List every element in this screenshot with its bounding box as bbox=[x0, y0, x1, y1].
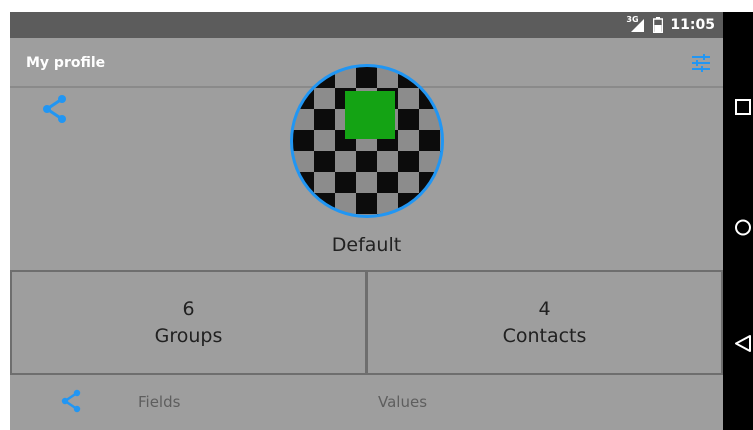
circle-icon bbox=[735, 219, 751, 236]
network-type-label: 3G bbox=[626, 15, 639, 24]
share-icon bbox=[43, 95, 66, 123]
share-button[interactable] bbox=[40, 94, 70, 124]
avatar[interactable] bbox=[290, 64, 444, 218]
navigation-bar bbox=[723, 12, 753, 430]
contacts-stat-button[interactable]: 4 Contacts bbox=[366, 270, 723, 375]
fields-header-row: Fields Values bbox=[10, 375, 723, 430]
avatar-placeholder-square bbox=[345, 91, 395, 139]
groups-label: Groups bbox=[154, 325, 223, 347]
page-title: My profile bbox=[26, 55, 106, 71]
contacts-label: Contacts bbox=[502, 325, 587, 347]
back-button[interactable] bbox=[734, 334, 753, 353]
fields-column-header: Fields bbox=[138, 393, 181, 411]
groups-count: 6 bbox=[182, 298, 195, 320]
square-icon bbox=[735, 99, 751, 115]
triangle-back-icon bbox=[735, 335, 751, 352]
home-button[interactable] bbox=[734, 218, 753, 237]
share-fields-button[interactable] bbox=[60, 389, 82, 413]
status-bar: 3G 11:05 bbox=[10, 12, 723, 38]
profile-name: Default bbox=[331, 234, 402, 256]
settings-button[interactable] bbox=[689, 51, 713, 75]
status-icons: 3G 11:05 bbox=[626, 12, 715, 38]
values-column-header: Values bbox=[378, 393, 428, 411]
screen: 3G 11:05 My profile Default 6 Groups 4 C… bbox=[0, 0, 753, 430]
signal-icon: 3G bbox=[626, 15, 646, 33]
tune-icon bbox=[692, 54, 710, 72]
groups-stat-button[interactable]: 6 Groups bbox=[10, 270, 367, 375]
contacts-count: 4 bbox=[538, 298, 551, 320]
battery-icon bbox=[653, 17, 664, 33]
profile-header: Default bbox=[10, 64, 723, 270]
status-time: 11:05 bbox=[670, 17, 715, 33]
share-icon bbox=[61, 389, 81, 413]
recents-button[interactable] bbox=[734, 98, 753, 117]
